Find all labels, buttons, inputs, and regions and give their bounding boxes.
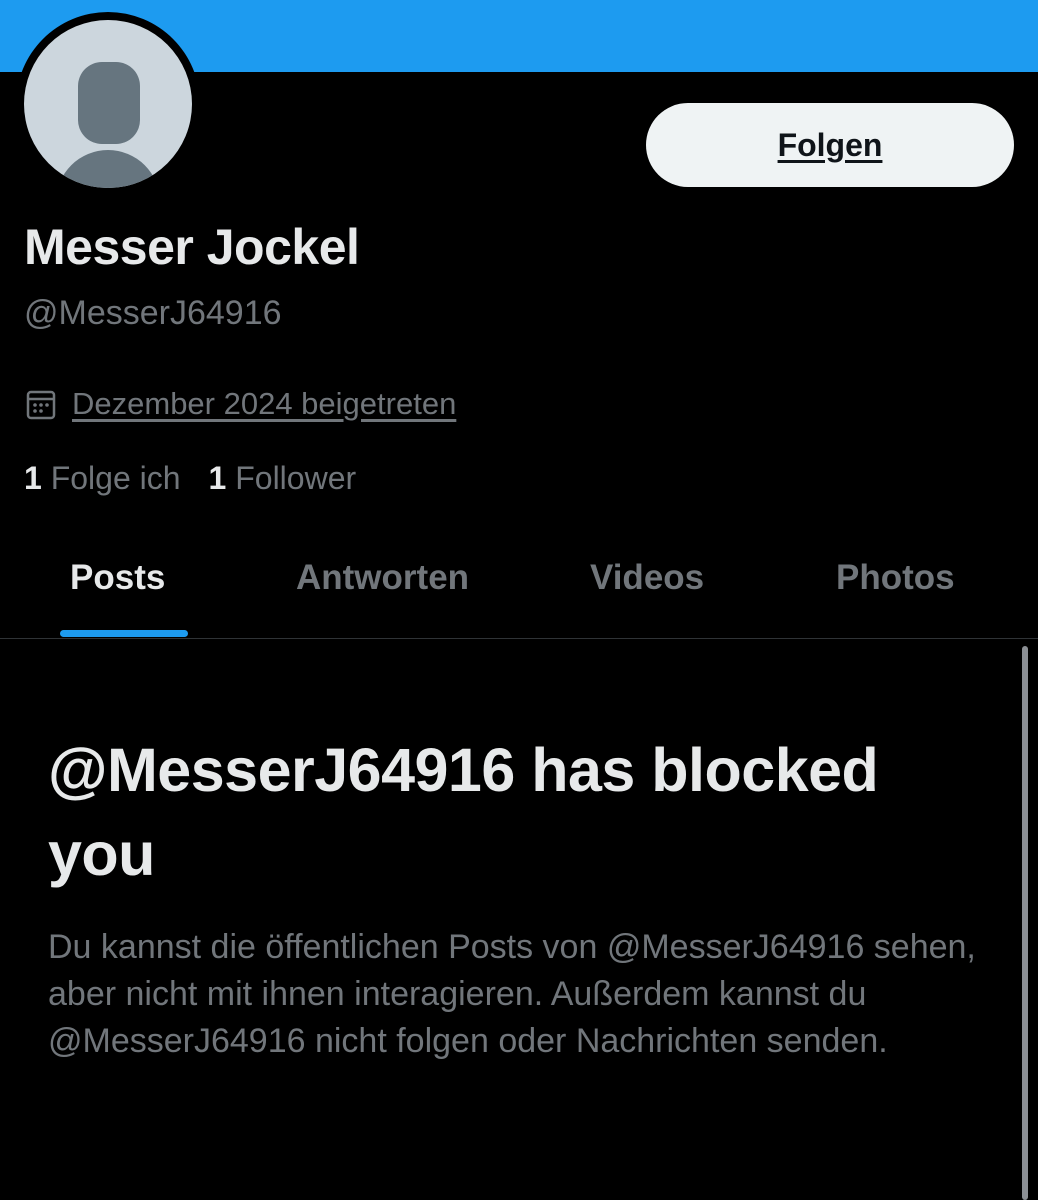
followers-link[interactable]: 1 Follower [209, 460, 357, 497]
followers-count: 1 [208, 460, 227, 496]
tab-antworten[interactable]: Antworten [296, 558, 469, 598]
profile-tabs: Posts Antworten Videos Photos [0, 540, 1038, 639]
calendar-icon [26, 388, 56, 420]
blocked-description: Du kannst die öffentlichen Posts von @Me… [48, 928, 976, 1060]
avatar-body-shape [56, 150, 160, 188]
avatar-head-shape [78, 62, 140, 144]
display-name: Messer Jockel [24, 219, 360, 275]
avatar[interactable] [16, 12, 200, 196]
joined-date-label: Dezember 2024 beigetreten [72, 386, 457, 421]
follow-button[interactable]: Folgen [646, 103, 1014, 187]
following-link[interactable]: 1 Folge ich [24, 460, 181, 497]
active-tab-indicator [60, 630, 188, 637]
tab-videos[interactable]: Videos [590, 558, 704, 598]
joined-date[interactable]: Dezember 2024 beigetreten [26, 386, 456, 422]
profile-handle: @MesserJ64916 [24, 294, 282, 332]
scrollbar[interactable] [1022, 646, 1028, 1200]
tab-posts[interactable]: Posts [70, 558, 165, 598]
default-avatar-icon [24, 20, 192, 188]
blocked-title: @MesserJ64916 has blocked you [48, 736, 879, 888]
followers-label: Follower [235, 460, 357, 496]
tab-photos[interactable]: Photos [836, 558, 955, 598]
profile-stats: 1 Folge ich 1 Follower [24, 460, 384, 497]
following-label: Folge ich [50, 460, 181, 496]
following-count: 1 [24, 460, 42, 496]
